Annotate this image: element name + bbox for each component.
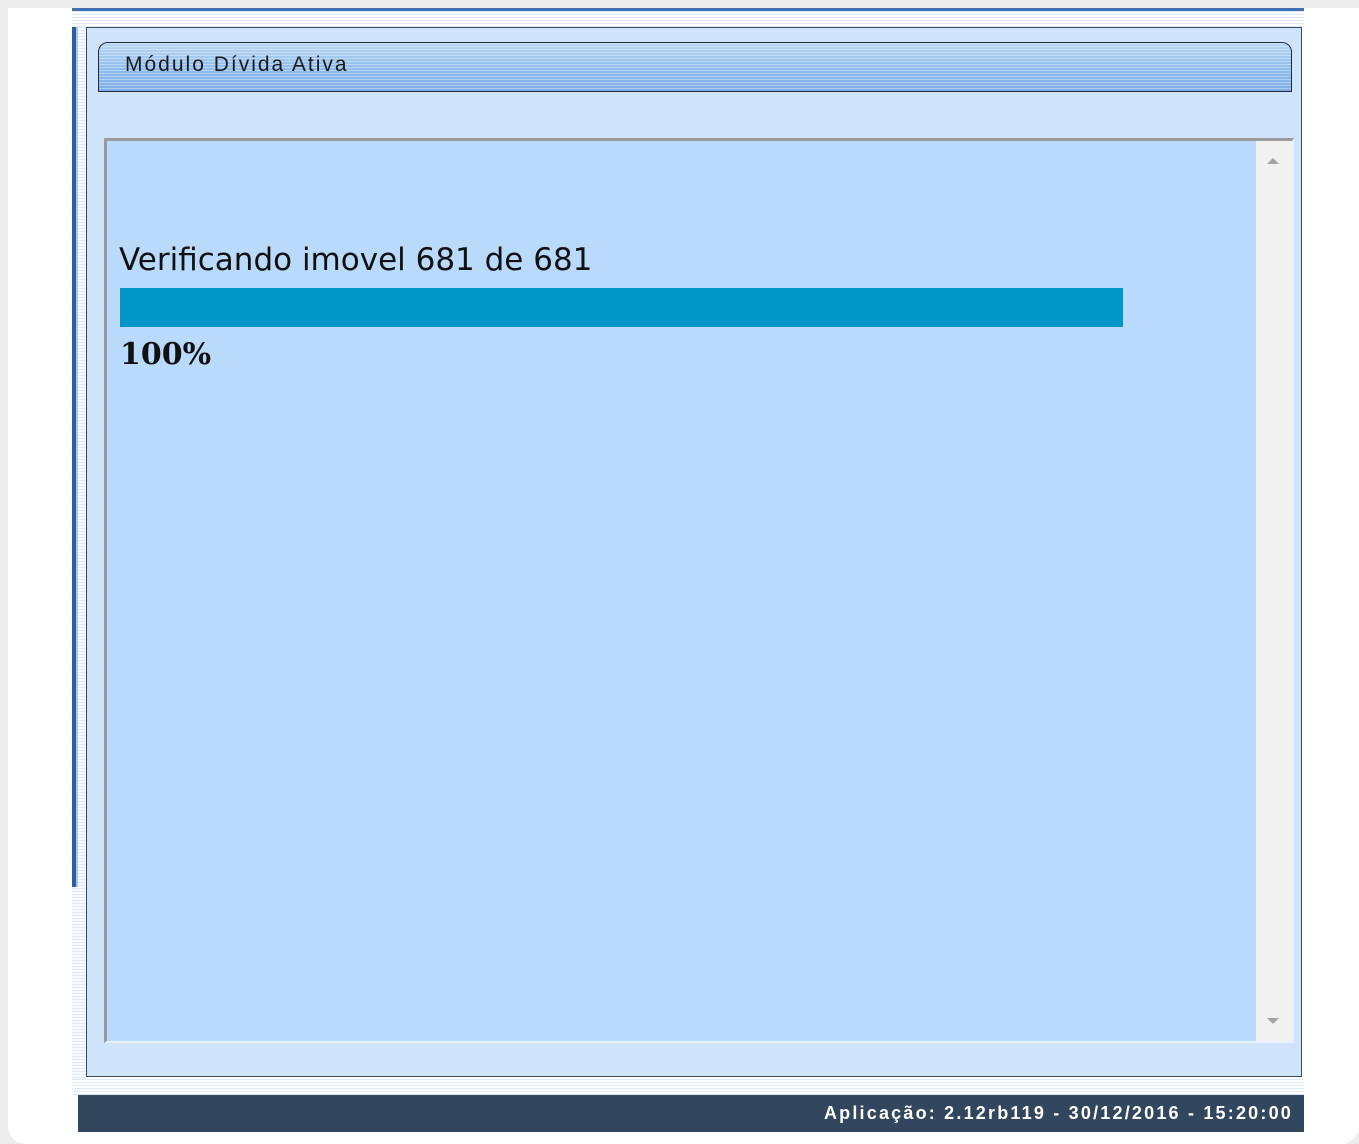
progress-status-text: Verificando imovel 681 de 681 bbox=[119, 242, 593, 278]
progress-bar bbox=[120, 288, 1123, 327]
top-divider-lines bbox=[72, 11, 1304, 27]
progress-content-frame: Verificando imovel 681 de 681 100% bbox=[104, 138, 1294, 1043]
progress-bar-fill bbox=[120, 288, 1123, 327]
progress-percent: 100% bbox=[120, 337, 212, 372]
scroll-up-arrow-icon[interactable] bbox=[1267, 158, 1279, 164]
module-header: Módulo Dívida Ativa bbox=[98, 42, 1292, 92]
left-side-bar-highlight bbox=[76, 27, 78, 887]
bottom-divider-lines bbox=[72, 1079, 1304, 1095]
module-title: Módulo Dívida Ativa bbox=[125, 53, 349, 76]
footer-bar: Aplicação: 2.12rb119 - 30/12/2016 - 15:2… bbox=[78, 1095, 1304, 1132]
footer-version-text: Aplicação: 2.12rb119 - 30/12/2016 - 15:2… bbox=[823, 1103, 1293, 1123]
scroll-down-arrow-icon[interactable] bbox=[1267, 1018, 1279, 1024]
vertical-scrollbar[interactable] bbox=[1256, 141, 1292, 1041]
